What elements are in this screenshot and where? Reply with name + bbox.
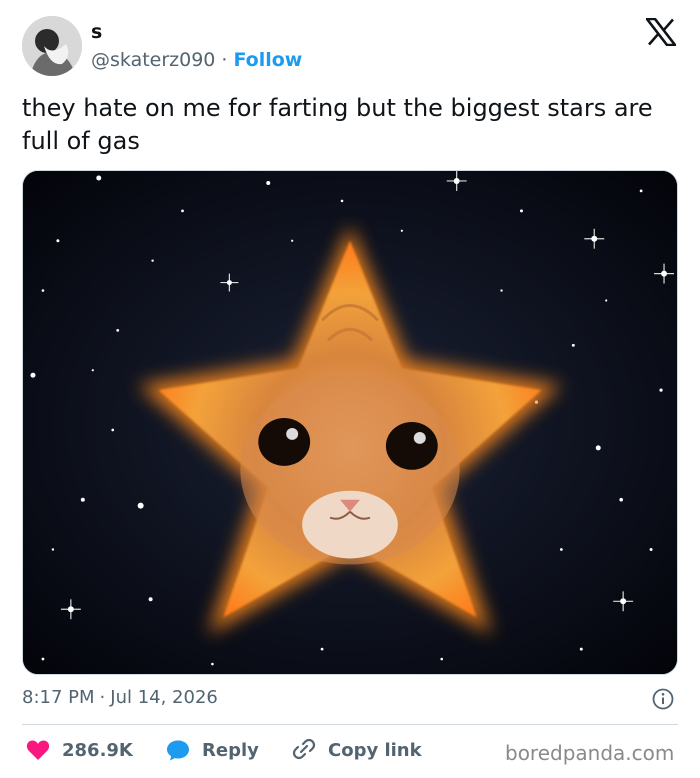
avatar-image xyxy=(22,16,82,76)
tweet-timestamp[interactable]: 8:17 PM · Jul 14, 2026 xyxy=(22,686,218,710)
author-handle-row: @skaterz090 · Follow xyxy=(91,48,302,72)
star-cat-image xyxy=(23,171,677,674)
like-button[interactable]: 286.9K xyxy=(26,736,133,764)
timestamp-separator: · xyxy=(99,687,106,708)
divider xyxy=(22,724,678,725)
tweet-text: they hate on me for farting but the bigg… xyxy=(22,94,653,155)
tweet-date: Jul 14, 2026 xyxy=(110,687,218,708)
handle-separator: · xyxy=(221,49,228,71)
copy-link-label: Copy link xyxy=(328,739,422,761)
reply-bubble-icon xyxy=(167,740,189,761)
tweet-media[interactable] xyxy=(22,170,678,675)
link-icon xyxy=(292,738,316,760)
author-handle[interactable]: @skaterz090 xyxy=(91,49,215,71)
avatar[interactable] xyxy=(22,16,82,76)
follow-button[interactable]: Follow xyxy=(233,49,302,71)
watermark: boredpanda.com xyxy=(505,741,675,765)
copy-link-button[interactable]: Copy link xyxy=(290,736,422,764)
reply-button[interactable]: Reply xyxy=(166,736,259,764)
reply-label: Reply xyxy=(202,739,259,761)
tweet-time: 8:17 PM xyxy=(22,687,95,708)
heart-icon xyxy=(26,740,50,760)
like-count: 286.9K xyxy=(62,739,133,761)
author-display-name[interactable]: s xyxy=(91,20,102,44)
info-icon[interactable] xyxy=(652,688,674,710)
x-logo-icon[interactable] xyxy=(646,18,676,46)
